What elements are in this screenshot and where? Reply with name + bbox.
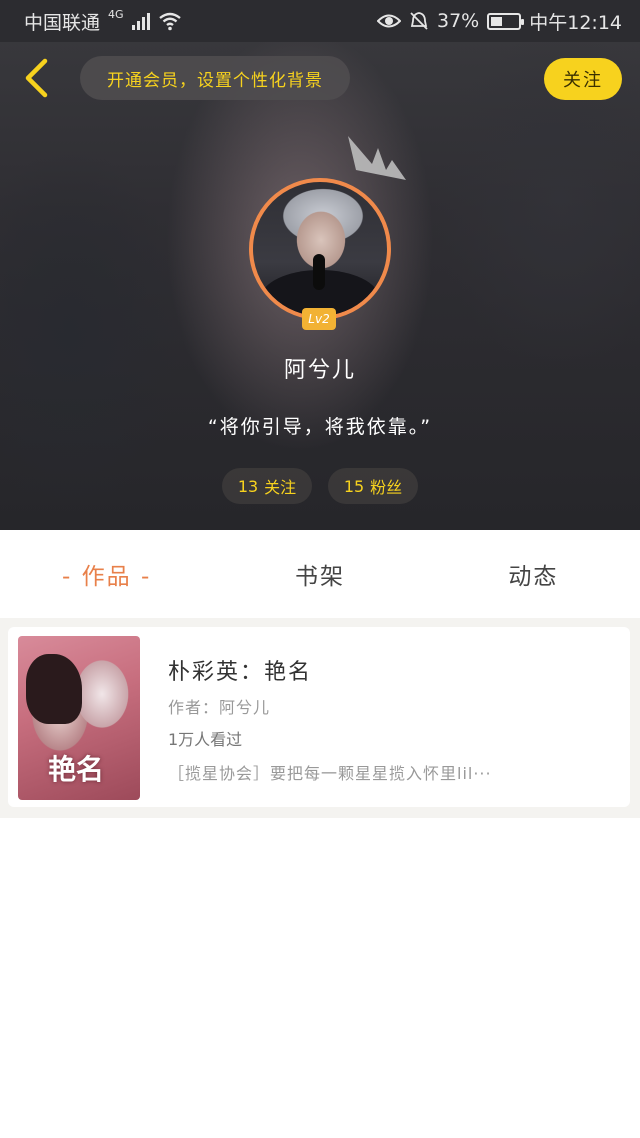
mute-bell-icon [410,12,428,30]
carrier-name: 中国联通 [24,11,101,34]
status-right: 37% 中午12:14 [377,8,622,35]
fans-count-button[interactable]: 15 粉丝 [328,468,418,504]
vip-promo-banner[interactable]: 开通会员，设置个性化背景 [80,56,350,100]
book-title[interactable]: 朴彩英：艳名 [168,654,312,686]
book-cover[interactable]: 艳名 [18,636,140,800]
battery-icon [487,12,525,30]
avatar[interactable] [249,178,391,320]
fans-label: 粉丝 [370,478,403,497]
follow-button-label: 关注 [563,70,603,91]
tab-bookshelf[interactable]: 书架 [213,530,426,618]
book-cover-title: 艳名 [48,753,105,786]
follow-button[interactable]: 关注 [544,58,622,100]
wifi-icon [158,12,181,31]
following-count-button[interactable]: 13 关注 [222,468,312,504]
following-count: 13 [237,476,259,496]
level-badge: Lv2 [302,308,336,330]
user-motto: “将你引导，将我依靠。” [207,416,433,438]
avatar-image [249,178,391,320]
status-left: 中国联通 4G [24,8,182,35]
book-read-count: 1万人看过 [168,730,243,749]
book-author: 作者：阿兮儿 [168,698,271,717]
clock: 中午12:14 [529,11,622,34]
signal-icon [131,12,150,30]
back-button[interactable] [14,56,58,100]
fans-count: 15 [343,476,365,496]
following-label: 关注 [264,478,297,497]
tab-activity[interactable]: 动态 [427,530,640,618]
microphone-icon [313,254,325,290]
profile-tabs: - 作品 - 书架 动态 [0,530,640,618]
chevron-left-icon [25,58,48,98]
book-description: ［揽星协会］要把每一颗星星揽入怀里lil··· [168,764,492,783]
eye-icon [377,14,401,28]
network-type: 4G [108,7,124,21]
status-bar: 中国联通 4G 37% 中午12:14 [0,0,640,42]
vip-promo-text: 开通会员，设置个性化背景 [107,70,323,91]
username: 阿兮儿 [283,358,356,383]
battery-percent: 37% [437,10,480,32]
tab-works[interactable]: - 作品 - [0,530,213,618]
